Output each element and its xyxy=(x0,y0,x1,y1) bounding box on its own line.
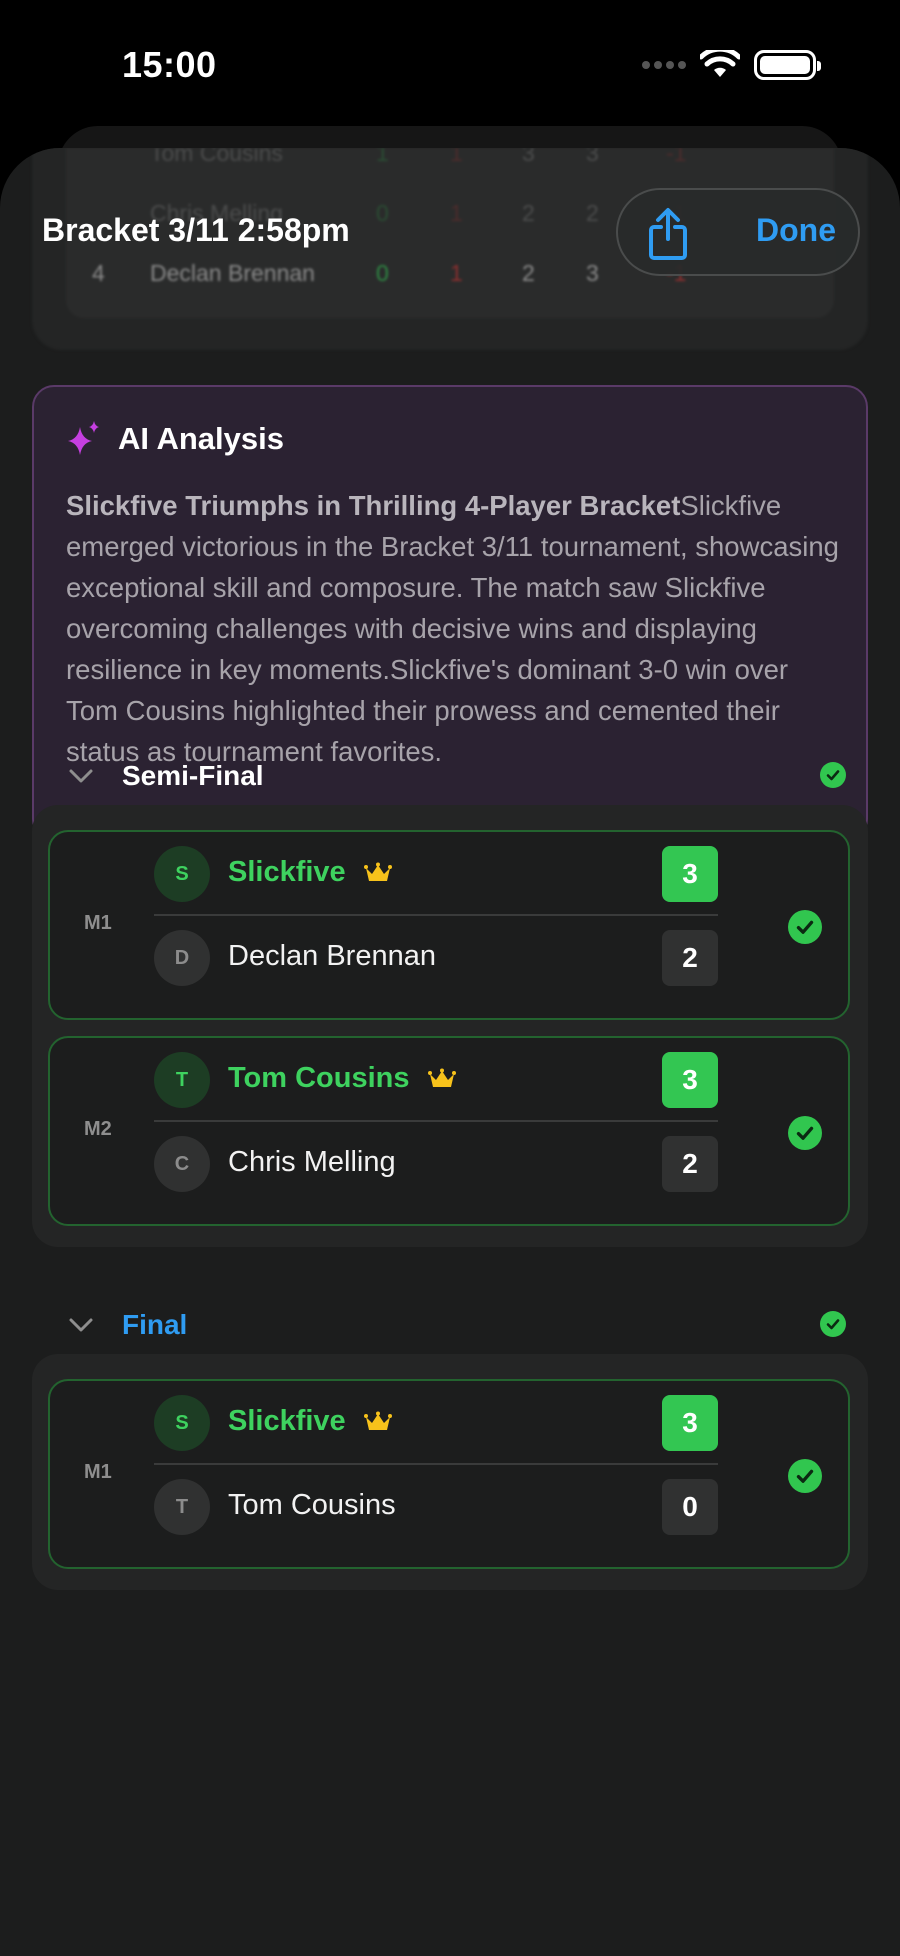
avatar: C xyxy=(154,1136,210,1192)
standings-cell-p: 2 xyxy=(522,200,535,226)
match-label: M1 xyxy=(84,912,112,934)
checkmark-circle-icon xyxy=(820,762,846,788)
player-name-text: Declan Brennan xyxy=(228,940,436,972)
player-name: Chris Melling xyxy=(228,1146,396,1179)
standings-cell-name: Declan Brennan xyxy=(150,260,315,286)
standings-cell-l: 1 xyxy=(450,260,463,286)
crown-icon xyxy=(363,1411,392,1433)
ai-analysis-text: Slickfive Triumphs in Thrilling 4-Player… xyxy=(66,485,846,772)
round-title: Semi-Final xyxy=(122,760,264,791)
header-actions: Done xyxy=(616,188,860,276)
chevron-down-icon xyxy=(66,1310,96,1340)
ai-analysis-body: Slickfive emerged victorious in the Brac… xyxy=(66,490,839,767)
share-button[interactable] xyxy=(640,204,696,264)
standings-row: Tom Cousins 1 1 3 3 -1 xyxy=(66,148,834,174)
standings-cell-w: 0 xyxy=(376,260,389,286)
standings-cell-name: Tom Cousins xyxy=(150,148,283,166)
loser-row: D Declan Brennan 2 xyxy=(154,916,718,1000)
avatar: S xyxy=(154,1395,210,1451)
round-header[interactable]: Semi-Final xyxy=(66,756,846,796)
score-badge: 2 xyxy=(662,1136,718,1192)
player-name: Declan Brennan xyxy=(228,940,436,973)
standings-cell-l: 1 xyxy=(450,200,463,226)
page-title: Bracket 3/11 2:58pm xyxy=(42,212,350,248)
wifi-icon xyxy=(700,50,740,77)
standings-cell-s: 3 xyxy=(586,260,599,286)
standings-cell-w: 0 xyxy=(376,200,389,226)
match-card[interactable]: M1 S Slickfive 3 D Declan Brennan 2 xyxy=(48,830,850,1020)
player-name: Tom Cousins xyxy=(228,1062,456,1095)
avatar: T xyxy=(154,1479,210,1535)
score-badge: 0 xyxy=(662,1479,718,1535)
player-name-text: Chris Melling xyxy=(228,1146,396,1178)
chevron-down-icon xyxy=(66,761,96,791)
winner-row: S Slickfive 3 xyxy=(154,832,718,916)
round-header[interactable]: Final xyxy=(66,1305,846,1345)
match-label: M2 xyxy=(84,1118,112,1140)
loser-row: C Chris Melling 2 xyxy=(154,1122,718,1206)
round-match-group: M1 S Slickfive 3 T Tom Cousins 0 xyxy=(32,1354,868,1590)
standings-cell-w: 1 xyxy=(376,148,389,166)
match-card[interactable]: M2 T Tom Cousins 3 C Chris Melling 2 xyxy=(48,1036,850,1226)
cellular-signal-icon xyxy=(642,61,686,69)
sparkles-icon xyxy=(68,421,99,455)
status-icons xyxy=(642,50,821,80)
status-time: 15:00 xyxy=(122,44,217,85)
ai-analysis-title: AI Analysis xyxy=(118,421,284,456)
ai-analysis-header: AI Analysis xyxy=(66,419,284,459)
match-label: M1 xyxy=(84,1461,112,1483)
crown-icon xyxy=(363,862,392,884)
battery-icon xyxy=(754,50,821,80)
loser-row: T Tom Cousins 0 xyxy=(154,1465,718,1549)
round-title: Final xyxy=(122,1309,188,1340)
checkmark-circle-icon xyxy=(788,1116,822,1150)
round-match-group: M1 S Slickfive 3 D Declan Brennan 2 M2 T Tom Cous… xyxy=(32,805,868,1247)
standings-cell-s: 3 xyxy=(586,148,599,166)
player-name: Tom Cousins xyxy=(228,1489,396,1522)
player-name-text: Slickfive xyxy=(228,856,346,888)
share-icon xyxy=(649,208,687,260)
status-bar: 15:00 xyxy=(0,0,900,130)
score-badge: 2 xyxy=(662,930,718,986)
done-button[interactable]: Done xyxy=(756,212,836,249)
avatar: S xyxy=(154,846,210,902)
avatar: T xyxy=(154,1052,210,1108)
player-name: Slickfive xyxy=(228,856,392,889)
checkmark-circle-icon xyxy=(788,910,822,944)
player-name-text: Slickfive xyxy=(228,1405,346,1437)
standings-cell-p: 2 xyxy=(522,260,535,286)
checkmark-circle-icon xyxy=(788,1459,822,1493)
ai-analysis-headline: Slickfive Triumphs in Thrilling 4-Player… xyxy=(66,490,681,521)
standings-cell-l: 1 xyxy=(450,148,463,166)
winner-row: S Slickfive 3 xyxy=(154,1381,718,1465)
player-name-text: Tom Cousins xyxy=(228,1062,410,1094)
standings-cell-s: 2 xyxy=(586,200,599,226)
standings-cell-d: -1 xyxy=(666,148,687,166)
standings-cell-rank: 4 xyxy=(92,260,105,286)
checkmark-circle-icon xyxy=(820,1311,846,1337)
bracket-sheet: Tom Cousins 1 1 3 3 -1 Chris Melling 0 1 2 2 -1 4 Dec… xyxy=(0,148,900,1956)
avatar: D xyxy=(154,930,210,986)
score-badge: 3 xyxy=(662,846,718,902)
player-name: Slickfive xyxy=(228,1405,392,1438)
standings-cell-p: 3 xyxy=(522,148,535,166)
player-name-text: Tom Cousins xyxy=(228,1489,396,1521)
score-badge: 3 xyxy=(662,1395,718,1451)
score-badge: 3 xyxy=(662,1052,718,1108)
winner-row: T Tom Cousins 3 xyxy=(154,1038,718,1122)
match-card[interactable]: M1 S Slickfive 3 T Tom Cousins 0 xyxy=(48,1379,850,1569)
crown-icon xyxy=(427,1068,456,1090)
